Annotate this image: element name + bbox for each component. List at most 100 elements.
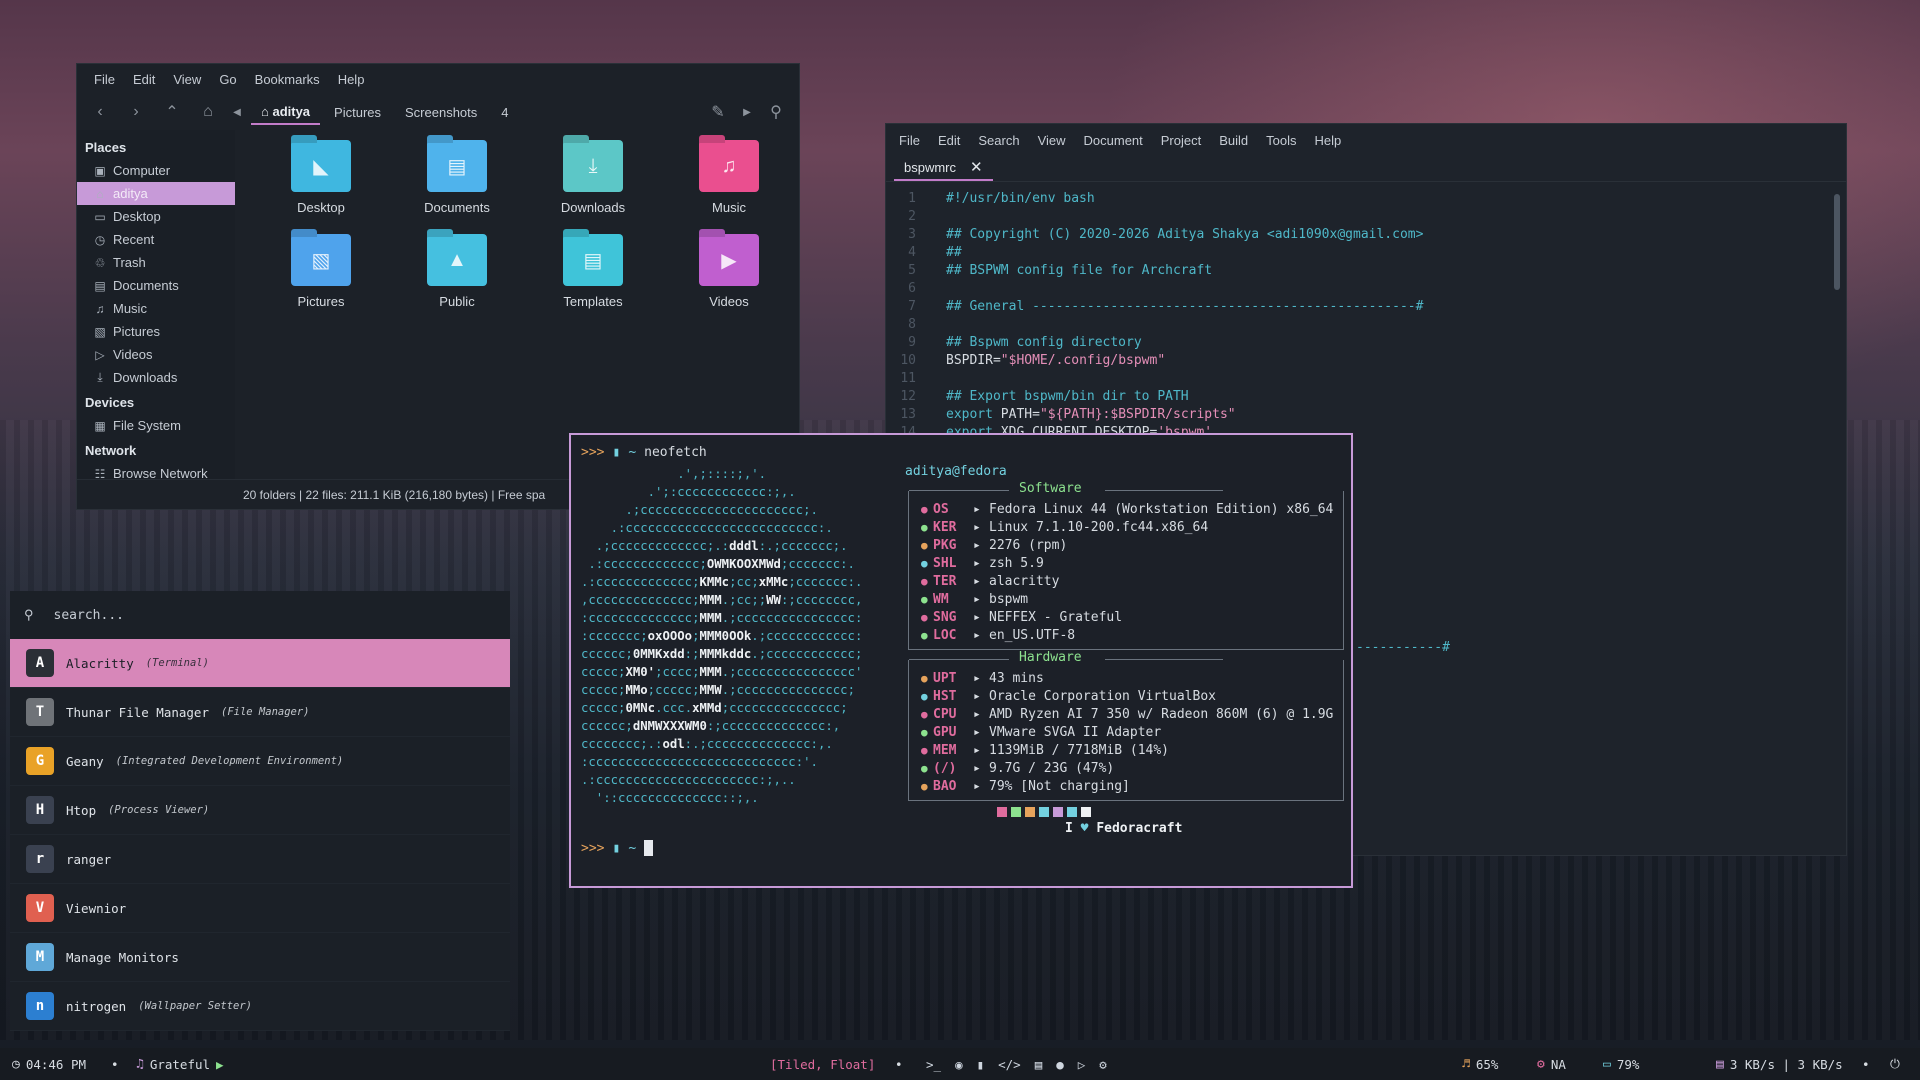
line-number: 9	[908, 334, 916, 350]
music-segment[interactable]: ♫ Grateful ▶	[136, 1057, 224, 1072]
play-icon[interactable]: ▶	[216, 1057, 224, 1072]
menu-item-go[interactable]: Go	[210, 72, 245, 87]
line-text: ## BSPWM config file for Archcraft	[916, 263, 1212, 278]
launcher-item-thunar-file-manager[interactable]: T Thunar File Manager (File Manager)	[10, 688, 510, 737]
menu-item-build[interactable]: Build	[1210, 133, 1257, 148]
notes-icon[interactable]: ▤	[1035, 1057, 1043, 1072]
sidebar-item-trash[interactable]: ♲ Trash	[77, 251, 235, 274]
breadcrumb-label: 4	[501, 104, 509, 120]
close-icon[interactable]: ✕	[970, 158, 983, 176]
menu-item-bookmarks[interactable]: Bookmarks	[246, 72, 329, 87]
up-button[interactable]: ⌃	[157, 98, 187, 126]
sidebar-item-music[interactable]: ♫ Music	[77, 297, 235, 320]
menu-item-view[interactable]: View	[164, 72, 210, 87]
clock-segment[interactable]: ◷ 04:46 PM	[12, 1057, 86, 1072]
search-input[interactable]: search...	[54, 608, 124, 623]
status-dot-icon: ●	[921, 690, 928, 703]
menu-item-document[interactable]: Document	[1075, 133, 1152, 148]
launcher-item-htop[interactable]: H Htop (Process Viewer)	[10, 786, 510, 835]
menu-item-tools[interactable]: Tools	[1257, 133, 1305, 148]
folder-item[interactable]: ▶ Videos	[661, 234, 797, 328]
video-icon[interactable]: ▷	[1078, 1057, 1086, 1072]
home-button[interactable]: ⌂	[193, 98, 223, 126]
ascii-line: '::cccccccccccccc::;,.	[581, 791, 759, 805]
breadcrumb-item[interactable]: Screenshots	[395, 101, 487, 124]
folder-item[interactable]: ♫ Music	[661, 140, 797, 234]
launcher-item-manage-monitors[interactable]: M Manage Monitors	[10, 933, 510, 982]
sidebar-item-documents[interactable]: ▤ Documents	[77, 274, 235, 297]
folder-item[interactable]: ◣ Desktop	[253, 140, 389, 234]
info-row: ● HST ▸ Oracle Corporation VirtualBox	[921, 688, 1343, 706]
settings-icon[interactable]: ⚙	[1099, 1057, 1107, 1072]
breadcrumb-left-arrow-icon[interactable]: ◀	[229, 98, 245, 126]
menu-item-help[interactable]: Help	[329, 72, 374, 87]
line-number: 2	[908, 208, 916, 224]
breadcrumb-item[interactable]: Pictures	[324, 101, 391, 124]
ascii-line: ccccc;MMo;ccccc;MMW.;ccccccccccccccc;	[581, 683, 855, 697]
menu-item-file[interactable]: File	[85, 72, 124, 87]
folder-item[interactable]: ▤ Documents	[389, 140, 525, 234]
info-key: KER	[933, 520, 957, 535]
sidebar-item-file-system[interactable]: ▦ File System	[77, 414, 235, 437]
arrow-icon: ▸	[973, 671, 981, 686]
volume-segment[interactable]: ♬ 65%	[1462, 1057, 1498, 1072]
sidebar-item-browse-network[interactable]: ☷ Browse Network	[77, 462, 235, 485]
menu-item-search[interactable]: Search	[969, 133, 1028, 148]
folder-item[interactable]: ▲ Public	[389, 234, 525, 328]
breadcrumb-item[interactable]: ⌂ aditya	[251, 100, 321, 125]
launcher-item-desc: (Integrated Development Environment)	[115, 755, 344, 767]
edit-path-button[interactable]: ✎	[703, 98, 733, 126]
launcher-item-alacritty[interactable]: A Alacritty (Terminal)	[10, 639, 510, 688]
info-key: (/)	[933, 761, 957, 776]
search-button[interactable]: ⚲	[761, 98, 791, 126]
menu-item-view[interactable]: View	[1029, 133, 1075, 148]
terminal-icon[interactable]: >_	[926, 1057, 941, 1072]
menu-item-edit[interactable]: Edit	[124, 72, 164, 87]
sidebar-item-aditya[interactable]: ⌂ aditya	[77, 182, 235, 205]
folder-icon[interactable]: ▮	[977, 1057, 985, 1072]
network-segment[interactable]: ⚙ NA	[1537, 1057, 1566, 1072]
battery-segment[interactable]: ▭ 79%	[1603, 1057, 1639, 1072]
sidebar-item-recent[interactable]: ◷ Recent	[77, 228, 235, 251]
launcher-search[interactable]: ⚲ search...	[10, 591, 510, 639]
layout-segment[interactable]: [Tiled, Float]	[770, 1057, 875, 1072]
editor-scrollbar[interactable]	[1834, 194, 1840, 290]
back-button[interactable]: ‹	[85, 98, 115, 126]
forward-button[interactable]: ›	[121, 98, 151, 126]
chat-icon[interactable]: ●	[1056, 1057, 1064, 1072]
folder-item[interactable]: ▤ Templates	[525, 234, 661, 328]
breadcrumb-right-arrow-icon[interactable]: ▶	[739, 98, 755, 126]
sidebar-item-downloads[interactable]: ⤓ Downloads	[77, 366, 235, 389]
status-dot-icon: ●	[921, 593, 928, 606]
breadcrumb-item[interactable]: 4	[491, 101, 518, 124]
sidebar-item-computer[interactable]: ▣ Computer	[77, 159, 235, 182]
status-dot-icon: ●	[921, 780, 928, 793]
traffic-segment[interactable]: ▤ 3 KB/s | 3 KB/s	[1716, 1057, 1843, 1072]
folder-item[interactable]: ▧ Pictures	[253, 234, 389, 328]
info-value: 79% [Not charging]	[989, 779, 1130, 794]
launcher-item-viewnior[interactable]: V Viewnior	[10, 884, 510, 933]
network-heading: Network	[85, 443, 137, 458]
menu-item-edit[interactable]: Edit	[929, 133, 969, 148]
terminal-window[interactable]: >>> ▮ ~ neofetch .',;::::;,'. .';:cccccc…	[569, 433, 1353, 888]
nitrogen-icon: n	[26, 992, 54, 1020]
launcher-item-nitrogen[interactable]: n nitrogen (Wallpaper Setter)	[10, 982, 510, 1031]
menu-item-help[interactable]: Help	[1306, 133, 1351, 148]
launcher-item-geany[interactable]: G Geany (Integrated Development Environmen…	[10, 737, 510, 786]
menu-item-file[interactable]: File	[890, 133, 929, 148]
sidebar-item-pictures[interactable]: ▧ Pictures	[77, 320, 235, 343]
power-icon[interactable]: ⏻	[1890, 1056, 1900, 1072]
menu-item-project[interactable]: Project	[1152, 133, 1210, 148]
browser-icon[interactable]: ◉	[955, 1057, 963, 1072]
info-key: SNG	[933, 610, 957, 625]
code-token: ## General -----------------------------…	[946, 298, 1424, 314]
sidebar-item-label: Music	[113, 301, 147, 316]
code-icon[interactable]: </>	[998, 1057, 1021, 1072]
sidebar-item-videos[interactable]: ▷ Videos	[77, 343, 235, 366]
sidebar-item-desktop[interactable]: ▭ Desktop	[77, 205, 235, 228]
folder-item[interactable]: ⤓ Downloads	[525, 140, 661, 234]
tab-bspwmrc[interactable]: bspwmrc ✕	[894, 155, 993, 181]
sidebar-item-label: Videos	[113, 347, 153, 362]
launcher-item-ranger[interactable]: r ranger	[10, 835, 510, 884]
separator-dot: •	[895, 1056, 903, 1072]
